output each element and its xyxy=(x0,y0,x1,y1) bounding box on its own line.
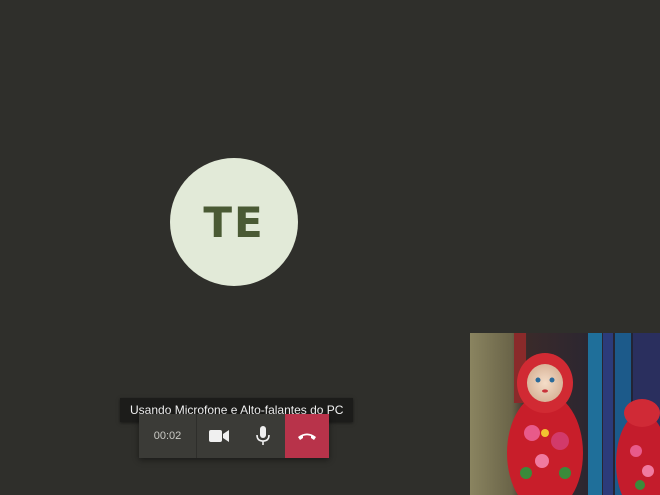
call-controls-bar: 00:02 xyxy=(139,414,329,458)
self-camera-feed xyxy=(470,333,660,495)
call-stage: TE Usando Microfone e Alto-falantes do P… xyxy=(0,0,660,495)
self-camera-preview[interactable] xyxy=(470,333,660,495)
microphone-icon xyxy=(256,426,270,445)
hang-up-button[interactable] xyxy=(285,414,329,458)
phone-hangup-icon xyxy=(298,433,316,440)
microphone-toggle-button[interactable] xyxy=(241,414,285,458)
avatar-initials: TE xyxy=(203,197,265,247)
remote-avatar: TE xyxy=(170,158,298,286)
video-camera-icon xyxy=(209,430,229,442)
camera-toggle-button[interactable] xyxy=(197,414,241,458)
call-timer: 00:02 xyxy=(139,414,197,458)
